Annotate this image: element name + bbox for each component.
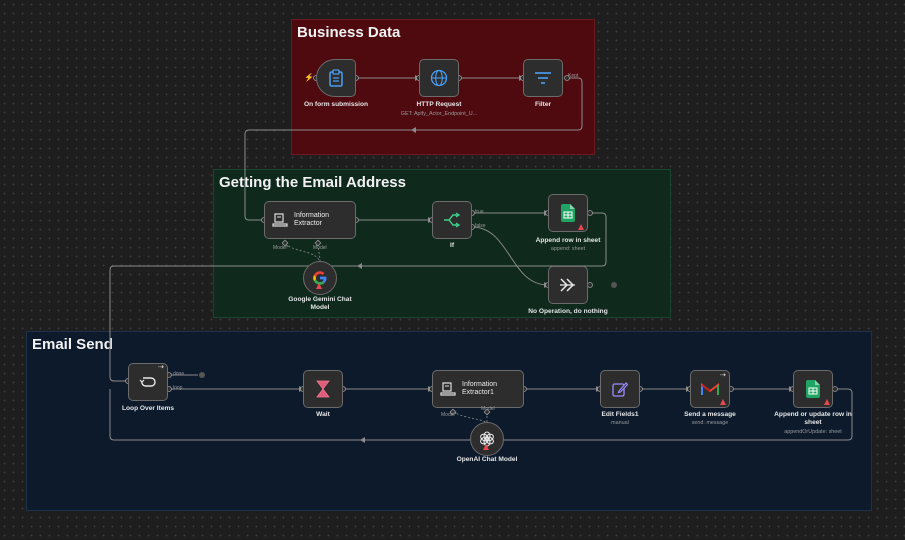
node-http-sub: GET: Apify_Actor_Endpoint_U... [400, 111, 478, 117]
group-title: Business Data [297, 24, 401, 41]
extractor-line1: Information [294, 212, 330, 219]
send-arrow-icon: ⇢ [720, 372, 726, 379]
gemini-label-line2: Model [310, 304, 330, 311]
loop-port-loop: loop [173, 385, 183, 391]
warning-icon [483, 444, 489, 450]
extractor-icon [440, 382, 456, 396]
node-openai-model[interactable] [470, 422, 504, 456]
append-update-line2: sheet [804, 419, 822, 426]
node-no-operation[interactable] [548, 266, 588, 304]
extractor-line2: Extractor [294, 220, 323, 227]
node-gemini-model[interactable] [303, 261, 337, 295]
extractor1-port-model: Model [481, 406, 495, 412]
node-append-update-sub: appendOrUpdate: sheet [784, 429, 842, 435]
double-arrow-icon [560, 278, 575, 292]
gemini-label-line1: Google Gemini Chat [288, 296, 352, 303]
node-form-label: On form submission [303, 101, 369, 108]
extractor1-line1: Information [462, 381, 498, 388]
node-http-request[interactable] [419, 59, 459, 97]
node-if-label: If [449, 242, 455, 249]
group-title: Email Send [32, 336, 113, 353]
node-append-row-sub: append: sheet [550, 246, 586, 252]
node-if[interactable] [432, 201, 472, 239]
warning-icon [316, 283, 322, 289]
node-http-label: HTTP Request [416, 101, 462, 108]
group-title: Getting the Email Address [219, 174, 406, 191]
node-send-label: Send a message [684, 411, 736, 418]
node-edit-fields[interactable] [600, 370, 640, 408]
node-form-submission[interactable] [316, 59, 356, 97]
node-filter-label: Filter [534, 101, 552, 108]
extractor-icon [272, 213, 288, 227]
extractor1-port-model-required: Model* [441, 412, 457, 418]
node-openai-label: OpenAI Chat Model [456, 456, 518, 463]
filter-port-kept: Kept [568, 73, 579, 79]
warning-icon [578, 224, 584, 230]
node-noop-label: No Operation, do nothing [528, 308, 608, 315]
node-filter[interactable] [523, 59, 563, 97]
google-sheets-icon [806, 380, 820, 398]
if-port-false: false [475, 223, 486, 229]
edit-icon [612, 382, 628, 397]
trigger-bolt-icon: ⚡ [304, 73, 314, 82]
node-append-row-label: Append row in sheet [535, 237, 601, 244]
node-information-extractor1[interactable]: Information Extractor1 [432, 370, 524, 408]
node-wait-label: Wait [316, 411, 330, 418]
trigger-arrow-icon: ⇢ [158, 364, 164, 371]
warning-icon [824, 399, 830, 405]
google-sheets-icon [561, 204, 575, 222]
warning-icon [720, 399, 726, 405]
node-gemini-label: Google Gemini Chat Model [260, 296, 380, 312]
loop-port-done: done [173, 371, 185, 377]
extractor1-line2: Extractor1 [462, 389, 494, 396]
clipboard-icon [329, 69, 343, 87]
gmail-icon [701, 383, 719, 395]
node-wait[interactable] [303, 370, 343, 408]
extractor-port-model: Model [313, 245, 327, 251]
if-port-true: true [475, 209, 484, 215]
hourglass-icon [316, 380, 330, 398]
loop-icon [139, 377, 156, 387]
extractor-port-model-required: Model* [273, 245, 289, 251]
node-append-update-label: Append or update row in sheet [753, 411, 873, 427]
branch-icon [444, 212, 461, 228]
globe-icon [430, 69, 448, 87]
append-update-line1: Append or update row in [774, 411, 852, 418]
node-loop-label: Loop Over Items [121, 405, 175, 412]
node-information-extractor[interactable]: Information Extractor [264, 201, 356, 239]
filter-icon [535, 72, 551, 84]
